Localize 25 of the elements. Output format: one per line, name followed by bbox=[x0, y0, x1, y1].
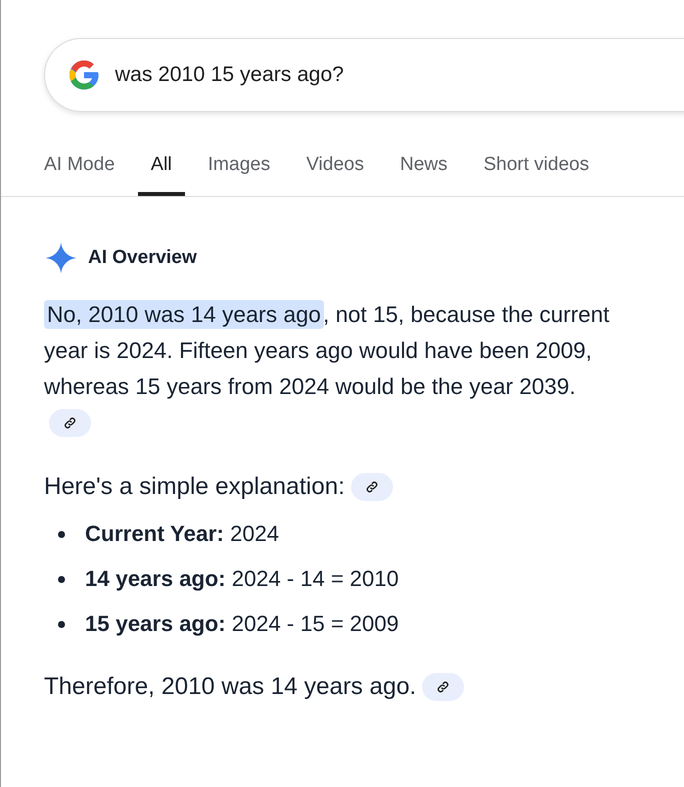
link-icon bbox=[436, 680, 450, 694]
tab[interactable]: Short videos bbox=[470, 142, 602, 196]
search-field[interactable]: was 2010 15 years ago? bbox=[44, 38, 684, 112]
tab[interactable]: Videos bbox=[293, 142, 377, 196]
tab[interactable]: News bbox=[386, 142, 460, 196]
link-icon bbox=[364, 480, 379, 494]
link-icon bbox=[63, 416, 77, 430]
conclusion-text: Therefore, 2010 was 14 years ago. bbox=[44, 673, 416, 701]
bullet-icon bbox=[58, 530, 65, 538]
list-item-text: 14 years ago: 2024 - 14 = 2010 bbox=[85, 566, 399, 592]
sparkle-icon bbox=[44, 241, 78, 275]
answer-text: No, 2010 was 14 years ago, not 15, because the current year is 2024. Fifteen years ago would have been 2009, whereas 15 years from 2024 would be the year 2039. bbox=[44, 299, 610, 401]
list-item-text: Current Year: 2024 bbox=[85, 521, 280, 547]
tab[interactable]: AI Mode bbox=[31, 142, 128, 196]
overview-title: AI Overview bbox=[88, 247, 197, 269]
list-item-text: 15 years ago: 2024 - 15 = 2009 bbox=[85, 611, 399, 637]
link-button[interactable] bbox=[422, 673, 464, 701]
tab[interactable]: Images bbox=[194, 142, 284, 196]
link-button[interactable] bbox=[49, 409, 91, 437]
bullet-icon bbox=[58, 620, 65, 628]
tab[interactable]: All bbox=[138, 142, 185, 196]
section-heading: Here's a simple explanation: bbox=[44, 473, 345, 501]
link-button[interactable] bbox=[350, 473, 393, 501]
google-logo-icon bbox=[67, 58, 101, 92]
bullet-icon bbox=[58, 576, 65, 582]
